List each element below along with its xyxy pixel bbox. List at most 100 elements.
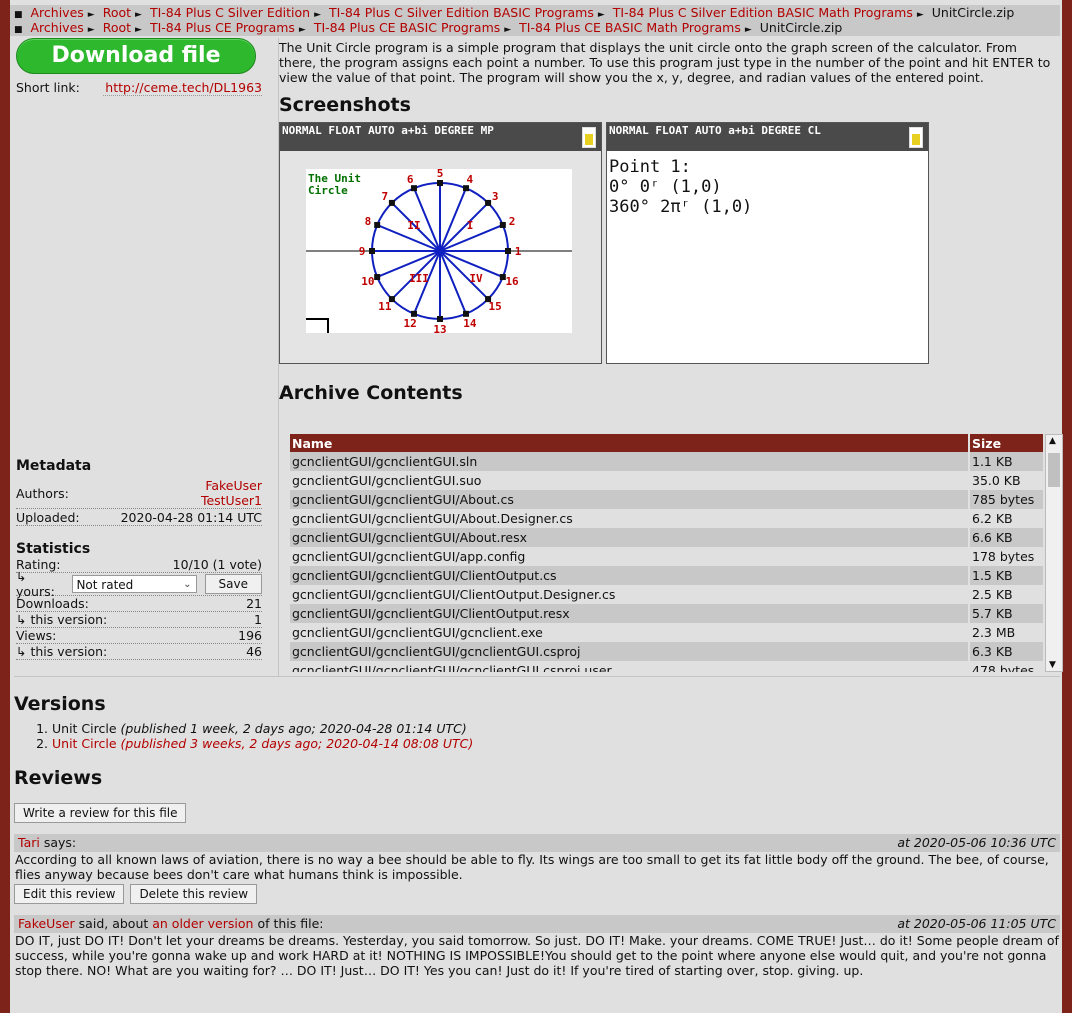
short-link[interactable]: http://ceme.tech/DL1963 bbox=[103, 80, 262, 96]
circle-point bbox=[463, 310, 470, 317]
point-label: 11 bbox=[378, 300, 392, 313]
file-size-cell: 1.1 KB bbox=[969, 452, 1045, 471]
crumb-category[interactable]: TI-84 Plus CE Programs bbox=[150, 20, 295, 35]
versions-list: Unit Circle (published 1 week, 2 days ag… bbox=[14, 721, 1060, 751]
review-actions: Edit this review Delete this review bbox=[14, 884, 1060, 904]
table-row[interactable]: gcnclientGUI/gcnclientGUI/gcnclientGUI.c… bbox=[290, 661, 1045, 672]
versions-heading: Versions bbox=[14, 693, 106, 715]
column-header-size[interactable]: Size bbox=[969, 434, 1045, 452]
your-rating-row: ↳ yours: Not rated ⌄ Save bbox=[16, 569, 262, 599]
crumb-subcategory[interactable]: TI-84 Plus CE BASIC Programs bbox=[314, 20, 500, 35]
save-rating-button[interactable]: Save bbox=[204, 574, 262, 594]
screenshot-unit-circle[interactable]: NORMAL FLOAT AUTO a+bi DEGREE MP 1234567… bbox=[279, 122, 602, 364]
review-body: DO IT, just DO IT! Don't let your dreams… bbox=[15, 933, 1059, 978]
table-row[interactable]: gcnclientGUI/gcnclientGUI/ClientOutput.c… bbox=[290, 566, 1045, 585]
crumb-root[interactable]: Root bbox=[103, 5, 131, 20]
table-row[interactable]: gcnclientGUI/gcnclientGUI.suo 35.0 KB bbox=[290, 471, 1045, 490]
author-link[interactable]: TestUser1 bbox=[201, 493, 262, 508]
views-version-row: ↳ this version: 46 bbox=[16, 644, 262, 660]
column-header-name[interactable]: Name bbox=[290, 434, 970, 452]
review-author-link[interactable]: Tari bbox=[18, 835, 40, 850]
review-says: said, about bbox=[78, 916, 149, 931]
review-author-link[interactable]: FakeUser bbox=[18, 916, 75, 931]
download-button[interactable]: Download file bbox=[16, 38, 256, 74]
file-name-cell: gcnclientGUI/gcnclientGUI/ClientOutput.r… bbox=[290, 604, 970, 623]
lower-section: Versions Unit Circle (published 1 week, … bbox=[14, 676, 1060, 978]
crumb-archives[interactable]: Archives bbox=[31, 20, 84, 35]
downloads-row: Downloads: 21 bbox=[16, 596, 262, 612]
screenshots-gallery: NORMAL FLOAT AUTO a+bi DEGREE MP 1234567… bbox=[279, 122, 1063, 364]
breadcrumb: ■ Archives ► Root ► TI-84 Plus C Silver Ed… bbox=[10, 5, 1060, 36]
point-label: 13 bbox=[433, 323, 446, 336]
calc-status-bar: NORMAL FLOAT AUTO a+bi DEGREE MP bbox=[280, 123, 601, 151]
file-size-cell: 6.2 KB bbox=[969, 509, 1045, 528]
quadrant-label: III bbox=[409, 272, 429, 285]
review-header: Tari says: at 2020-05-06 10:36 UTC bbox=[14, 834, 1060, 852]
file-size-cell: 2.3 MB bbox=[969, 623, 1045, 642]
table-row[interactable]: gcnclientGUI/gcnclientGUI/gcnclient.exe 2… bbox=[290, 623, 1045, 642]
screenshots-heading: Screenshots bbox=[279, 94, 411, 116]
file-name-cell: gcnclientGUI/gcnclientGUI.suo bbox=[290, 471, 970, 490]
version-meta: (published 3 weeks, 2 days ago; 2020-04-… bbox=[120, 736, 474, 751]
crumb-archives[interactable]: Archives bbox=[31, 5, 84, 20]
table-row[interactable]: gcnclientGUI/gcnclientGUI/ClientOutput.r… bbox=[290, 604, 1045, 623]
views-row: Views: 196 bbox=[16, 628, 262, 644]
authors-row: Authors: FakeUser TestUser1 bbox=[16, 478, 262, 509]
delete-review-button[interactable]: Delete this review bbox=[130, 884, 258, 904]
file-size-cell: 178 bytes bbox=[969, 547, 1045, 566]
circle-point bbox=[410, 185, 417, 192]
table-row[interactable]: gcnclientGUI/gcnclientGUI/About.resx 6.6 … bbox=[290, 528, 1045, 547]
version-link[interactable]: Unit Circle bbox=[52, 736, 117, 751]
table-row[interactable]: gcnclientGUI/gcnclientGUI/app.config 178 … bbox=[290, 547, 1045, 566]
point-label: 3 bbox=[492, 190, 499, 203]
point-label: 4 bbox=[467, 173, 474, 186]
version-item[interactable]: Unit Circle (published 3 weeks, 2 days a… bbox=[52, 736, 1060, 751]
square-bullet-icon: ■ bbox=[14, 25, 23, 35]
crumb-subcategory[interactable]: TI-84 Plus C Silver Edition BASIC Progra… bbox=[329, 5, 594, 20]
circle-point bbox=[505, 248, 511, 254]
crumb-section[interactable]: TI-84 Plus CE BASIC Math Programs bbox=[519, 20, 741, 35]
battery-icon bbox=[909, 127, 923, 148]
short-link-row: Short link: http://ceme.tech/DL1963 bbox=[16, 80, 262, 96]
triangle-right-icon: ► bbox=[298, 25, 306, 35]
point-label: 7 bbox=[382, 190, 389, 203]
file-name-cell: gcnclientGUI/gcnclientGUI/gcnclientGUI.c… bbox=[290, 642, 970, 661]
uploaded-row: Uploaded: 2020-04-28 01:14 UTC bbox=[16, 510, 262, 526]
crumb-current: UnitCircle.zip bbox=[931, 5, 1015, 20]
archive-contents-heading: Archive Contents bbox=[279, 382, 463, 404]
review-says-suffix: of this file: bbox=[257, 916, 324, 931]
crumb-section[interactable]: TI-84 Plus C Silver Edition BASIC Math P… bbox=[613, 5, 913, 20]
point-label: 8 bbox=[365, 215, 372, 228]
write-review-button[interactable]: Write a review for this file bbox=[14, 803, 187, 823]
quadrant-label: II bbox=[407, 219, 420, 232]
crumb-root[interactable]: Root bbox=[103, 20, 131, 35]
file-size-cell: 5.7 KB bbox=[969, 604, 1045, 623]
file-name-cell: gcnclientGUI/gcnclientGUI/app.config bbox=[290, 547, 970, 566]
archive-table-scroller[interactable]: Name Size gcnclientGUI/gcnclientGUI.sln 1… bbox=[290, 434, 1063, 672]
version-item: Unit Circle (published 1 week, 2 days ag… bbox=[52, 721, 1060, 736]
edit-review-button[interactable]: Edit this review bbox=[14, 884, 125, 904]
chevron-up-icon[interactable]: ▲ bbox=[1049, 436, 1056, 446]
rating-select[interactable]: Not rated ⌄ bbox=[72, 575, 197, 593]
table-row[interactable]: gcnclientGUI/gcnclientGUI/About.cs 785 by… bbox=[290, 490, 1045, 509]
table-row[interactable]: gcnclientGUI/gcnclientGUI/gcnclientGUI.c… bbox=[290, 642, 1045, 661]
table-row[interactable]: gcnclientGUI/gcnclientGUI/About.Designer… bbox=[290, 509, 1045, 528]
metadata-heading: Metadata bbox=[16, 458, 92, 474]
older-version-link[interactable]: an older version bbox=[152, 916, 253, 931]
crumb-category[interactable]: TI-84 Plus C Silver Edition bbox=[150, 5, 310, 20]
views-version-label: ↳ this version: bbox=[16, 644, 108, 659]
archive-scrollbar[interactable]: ▲ ▼ bbox=[1045, 434, 1063, 672]
table-row[interactable]: gcnclientGUI/gcnclientGUI.sln 1.1 KB bbox=[290, 452, 1045, 471]
page-frame: ■ Archives ► Root ► TI-84 Plus C Silver Ed… bbox=[10, 0, 1063, 1013]
review-header: FakeUser said, about an older version of… bbox=[14, 915, 1060, 933]
screenshot-point-output[interactable]: NORMAL FLOAT AUTO a+bi DEGREE CL Point 1… bbox=[606, 122, 929, 364]
table-row[interactable]: gcnclientGUI/gcnclientGUI/ClientOutput.D… bbox=[290, 585, 1045, 604]
author-link[interactable]: FakeUser bbox=[205, 478, 262, 493]
scrollbar-thumb[interactable] bbox=[1048, 453, 1060, 487]
review-author-line: Tari says: bbox=[18, 834, 76, 852]
version-title: Unit Circle bbox=[52, 721, 117, 736]
file-size-cell: 2.5 KB bbox=[969, 585, 1045, 604]
chevron-down-icon[interactable]: ▼ bbox=[1049, 660, 1056, 670]
write-review-row: Write a review for this file bbox=[14, 803, 1060, 823]
downloads-version-label: ↳ this version: bbox=[16, 612, 108, 627]
